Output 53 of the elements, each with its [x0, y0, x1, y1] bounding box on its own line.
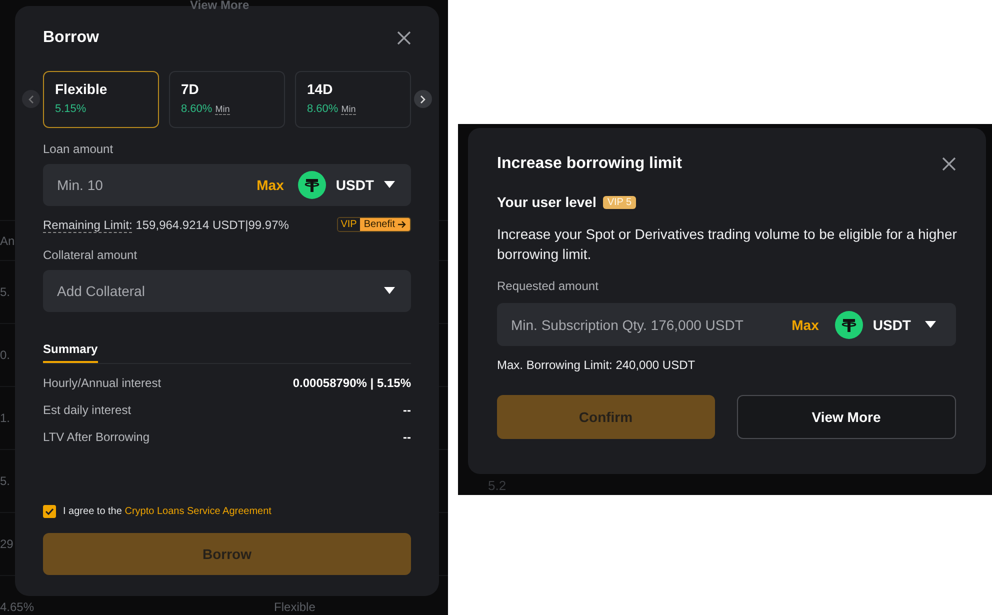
tether-coin-icon — [834, 310, 863, 338]
max-link[interactable]: Max — [256, 177, 284, 193]
field-label: Loan amount — [43, 142, 114, 157]
field-label: Requested amount — [497, 279, 600, 293]
field-label: Collateral amount — [43, 248, 138, 263]
previous-button[interactable] — [22, 90, 40, 108]
dialog-title: Borrow — [43, 29, 99, 47]
summary-value: -- — [403, 430, 411, 445]
max-link[interactable]: Max — [792, 316, 819, 332]
requested-amount-field[interactable]: Min. Subscription Qty. 176,000 USDT Max USDT — [497, 303, 956, 346]
summary-label: Hourly/Annual interest — [43, 376, 162, 391]
vip-badge: VIP 5 — [603, 196, 636, 208]
close-icon[interactable] — [942, 157, 956, 171]
collateral-dropdown[interactable]: Add Collateral — [43, 270, 411, 312]
currency-label: USDT — [336, 177, 374, 193]
agreement-checkbox[interactable] — [43, 505, 56, 518]
summary-tab[interactable]: Summary — [43, 342, 98, 363]
close-icon[interactable] — [397, 31, 411, 45]
description-text: Increase your Spot or Derivatives trading volume to be eligible for a higher borrowing limit. — [497, 225, 957, 264]
summary-label: Est daily interest — [43, 403, 132, 418]
table-cell: Flexible — [274, 600, 316, 614]
summary-value: 0.00058790% | 5.15% — [292, 376, 411, 391]
chevron-left-icon — [28, 94, 34, 104]
loan-amount-field[interactable]: Min. 10 Max USDT — [43, 164, 411, 206]
table-cell: 5. — [0, 474, 10, 488]
view-more-button[interactable]: View More — [736, 395, 956, 439]
table-cell: 29 — [0, 537, 14, 551]
max-limit-text: Max. Borrowing Limit: 240,000 USDT — [497, 358, 696, 372]
agreement-link[interactable]: Crypto Loans Service Agreement — [124, 506, 272, 517]
term-option[interactable]: 14D 8.60% Min — [295, 71, 411, 128]
table-cell: 1. — [0, 411, 10, 425]
summary-label: LTV After Borrowing — [43, 430, 150, 445]
agreement-text: I agree to the Crypto Loans Service Agreement — [63, 506, 272, 517]
caret-icon[interactable] — [925, 320, 936, 328]
term-option[interactable]: 7D 8.60% Min — [169, 71, 285, 128]
remaining-limit-text: Remaining Limit: 159,964.9214 USDT|99.97% — [43, 218, 289, 232]
table-cell: An — [0, 234, 15, 248]
dialog-title: Increase borrowing limit — [497, 155, 682, 173]
next-button[interactable] — [414, 90, 432, 108]
caret-icon[interactable] — [384, 181, 395, 189]
check-icon — [45, 508, 54, 515]
arrow-right-icon — [398, 221, 406, 228]
caret-icon[interactable] — [384, 287, 395, 295]
table-cell: 5. — [0, 285, 10, 299]
chevron-right-icon — [420, 94, 426, 104]
table-cell: 4.65% — [0, 600, 34, 614]
table-cell: 0. — [0, 348, 10, 362]
currency-label: USDT — [872, 316, 911, 332]
user-level-label: Your user level — [497, 194, 596, 210]
tether-coin-icon — [298, 171, 326, 199]
term-option[interactable]: Flexible 5.15% — [43, 71, 159, 128]
summary-value: -- — [403, 403, 411, 418]
vip-benefit-tag[interactable]: VIP Benefit — [336, 217, 411, 232]
